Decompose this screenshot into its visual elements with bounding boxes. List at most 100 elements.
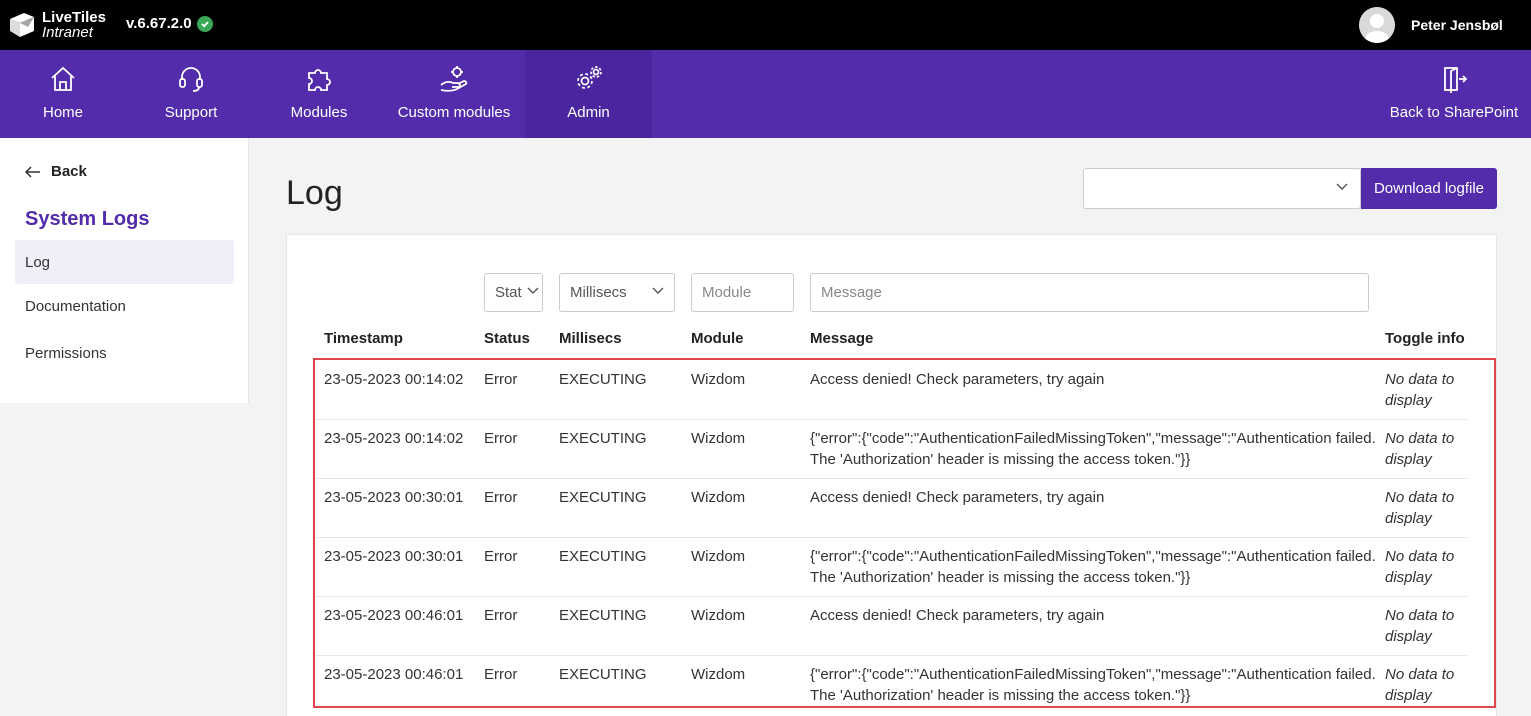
cell-status: Error: [484, 371, 518, 388]
cell-timestamp: 23-05-2023 00:30:01: [324, 548, 464, 565]
cell-status: Error: [484, 548, 518, 565]
table-row[interactable]: 23-05-2023 00:46:01 Error EXECUTING Wizd…: [316, 597, 1467, 656]
column-header-toggle-info[interactable]: Toggle info: [1385, 330, 1465, 347]
user-name[interactable]: Peter Jensbøl: [1411, 17, 1503, 33]
table-row[interactable]: 23-05-2023 00:30:01 Error EXECUTING Wizd…: [316, 538, 1467, 597]
cell-toggle-info[interactable]: No data to display: [1385, 605, 1470, 647]
cell-millisecs: EXECUTING: [559, 666, 647, 683]
cell-status: Error: [484, 430, 518, 447]
hand-gear-icon: [439, 64, 469, 94]
top-bar: LiveTiles Intranet v.6.67.2.0 Peter Jens…: [0, 0, 1531, 50]
back-to-sharepoint-label: Back to SharePoint: [1389, 104, 1519, 121]
cell-status: Error: [484, 489, 518, 506]
sidebar-item-label: Documentation: [25, 297, 126, 315]
cell-toggle-info[interactable]: No data to display: [1385, 487, 1470, 529]
column-header-millisecs[interactable]: Millisecs: [559, 330, 622, 347]
status-filter-value: Stat: [495, 284, 522, 301]
puzzle-icon: [304, 64, 334, 94]
nav-item-admin[interactable]: Admin: [525, 50, 652, 138]
back-to-sharepoint-button[interactable]: Back to SharePoint: [1388, 50, 1520, 138]
millisecs-filter[interactable]: Millisecs: [559, 273, 675, 312]
cell-status: Error: [484, 607, 518, 624]
cell-timestamp: 23-05-2023 00:46:01: [324, 607, 464, 624]
cell-message: Access denied! Check parameters, try aga…: [810, 607, 1105, 624]
cell-message: {"error":{"code":"AuthenticationFailedMi…: [810, 666, 1376, 704]
nav-label-custom-modules: Custom modules: [397, 104, 511, 121]
page-title: Log: [286, 174, 343, 212]
chevron-down-icon: [527, 287, 539, 294]
sidebar: Back System Logs Log Documentation Permi…: [0, 138, 249, 403]
logo-text-line2: Intranet: [42, 24, 93, 41]
nav-item-modules[interactable]: Modules: [282, 50, 356, 138]
back-label: Back: [51, 163, 87, 180]
main-nav: Home Support Modules Custom modules Admi…: [0, 50, 1531, 138]
logo-text-line1: LiveTiles: [42, 9, 106, 26]
cell-millisecs: EXECUTING: [559, 430, 647, 447]
table-row[interactable]: 23-05-2023 00:46:01 Error EXECUTING Wizd…: [316, 656, 1467, 715]
status-filter[interactable]: Stat: [484, 273, 543, 312]
sidebar-item-label: Log: [25, 253, 51, 271]
module-filter-placeholder: Module: [702, 284, 752, 301]
column-header-timestamp[interactable]: Timestamp: [324, 330, 403, 347]
gears-icon: [574, 64, 604, 94]
cell-millisecs: EXECUTING: [559, 489, 647, 506]
cell-module: Wizdom: [691, 371, 746, 388]
nav-label-admin: Admin: [567, 104, 610, 121]
column-header-status[interactable]: Status: [484, 330, 530, 347]
message-filter-placeholder: Message: [821, 284, 882, 301]
cell-timestamp: 23-05-2023 00:30:01: [324, 489, 464, 506]
nav-item-custom-modules[interactable]: Custom modules: [394, 50, 514, 138]
version-text: v.6.67.2.0: [126, 15, 192, 32]
column-header-message[interactable]: Message: [810, 330, 873, 347]
nav-label-support: Support: [164, 104, 218, 121]
livetiles-logo[interactable]: LiveTiles Intranet: [8, 10, 106, 40]
cell-millisecs: EXECUTING: [559, 371, 647, 388]
sidebar-title: System Logs: [25, 208, 150, 230]
cell-timestamp: 23-05-2023 00:14:02: [324, 371, 464, 388]
table-row[interactable]: 23-05-2023 00:14:02 Error EXECUTING Wizd…: [316, 361, 1467, 420]
cell-millisecs: EXECUTING: [559, 548, 647, 565]
cell-toggle-info[interactable]: No data to display: [1385, 664, 1470, 706]
cell-millisecs: EXECUTING: [559, 607, 647, 624]
cell-message: Access denied! Check parameters, try aga…: [810, 489, 1105, 506]
livetiles-logo-icon: [10, 13, 34, 37]
sidebar-item-documentation[interactable]: Documentation: [15, 284, 234, 328]
nav-label-modules: Modules: [290, 104, 348, 121]
module-filter-input[interactable]: Module: [691, 273, 794, 312]
cell-toggle-info[interactable]: No data to display: [1385, 428, 1470, 470]
version-label: v.6.67.2.0: [126, 15, 213, 32]
cell-module: Wizdom: [691, 607, 746, 624]
exit-icon: [1439, 64, 1469, 94]
millisecs-filter-value: Millisecs: [570, 284, 627, 301]
sidebar-item-permissions[interactable]: Permissions: [15, 331, 234, 375]
arrow-left-icon: [25, 165, 40, 178]
nav-label-home: Home: [42, 104, 83, 121]
avatar[interactable]: [1359, 7, 1395, 43]
chevron-down-icon: [1336, 183, 1348, 190]
table-row[interactable]: 23-05-2023 00:30:01 Error EXECUTING Wizd…: [316, 479, 1467, 538]
headset-icon: [176, 64, 206, 94]
nav-item-support[interactable]: Support: [154, 50, 228, 138]
cell-message: {"error":{"code":"AuthenticationFailedMi…: [810, 430, 1376, 468]
chevron-down-icon: [652, 287, 664, 294]
cell-timestamp: 23-05-2023 00:14:02: [324, 430, 464, 447]
cell-module: Wizdom: [691, 548, 746, 565]
cell-message: Access denied! Check parameters, try aga…: [810, 371, 1105, 388]
cell-toggle-info[interactable]: No data to display: [1385, 369, 1470, 411]
download-logfile-button[interactable]: Download logfile: [1361, 168, 1497, 209]
logfile-select[interactable]: [1083, 168, 1361, 209]
sidebar-item-label: Permissions: [25, 344, 107, 362]
back-button[interactable]: Back: [25, 163, 87, 180]
cell-module: Wizdom: [691, 489, 746, 506]
table-row[interactable]: 23-05-2023 00:14:02 Error EXECUTING Wizd…: [316, 420, 1467, 479]
sidebar-item-log[interactable]: Log: [15, 240, 234, 284]
cell-timestamp: 23-05-2023 00:46:01: [324, 666, 464, 683]
user-menu[interactable]: Peter Jensbøl: [1359, 7, 1503, 43]
nav-item-home[interactable]: Home: [26, 50, 100, 138]
cell-module: Wizdom: [691, 666, 746, 683]
cell-toggle-info[interactable]: No data to display: [1385, 546, 1470, 588]
home-icon: [48, 64, 78, 94]
message-filter-input[interactable]: Message: [810, 273, 1369, 312]
cell-module: Wizdom: [691, 430, 746, 447]
column-header-module[interactable]: Module: [691, 330, 744, 347]
